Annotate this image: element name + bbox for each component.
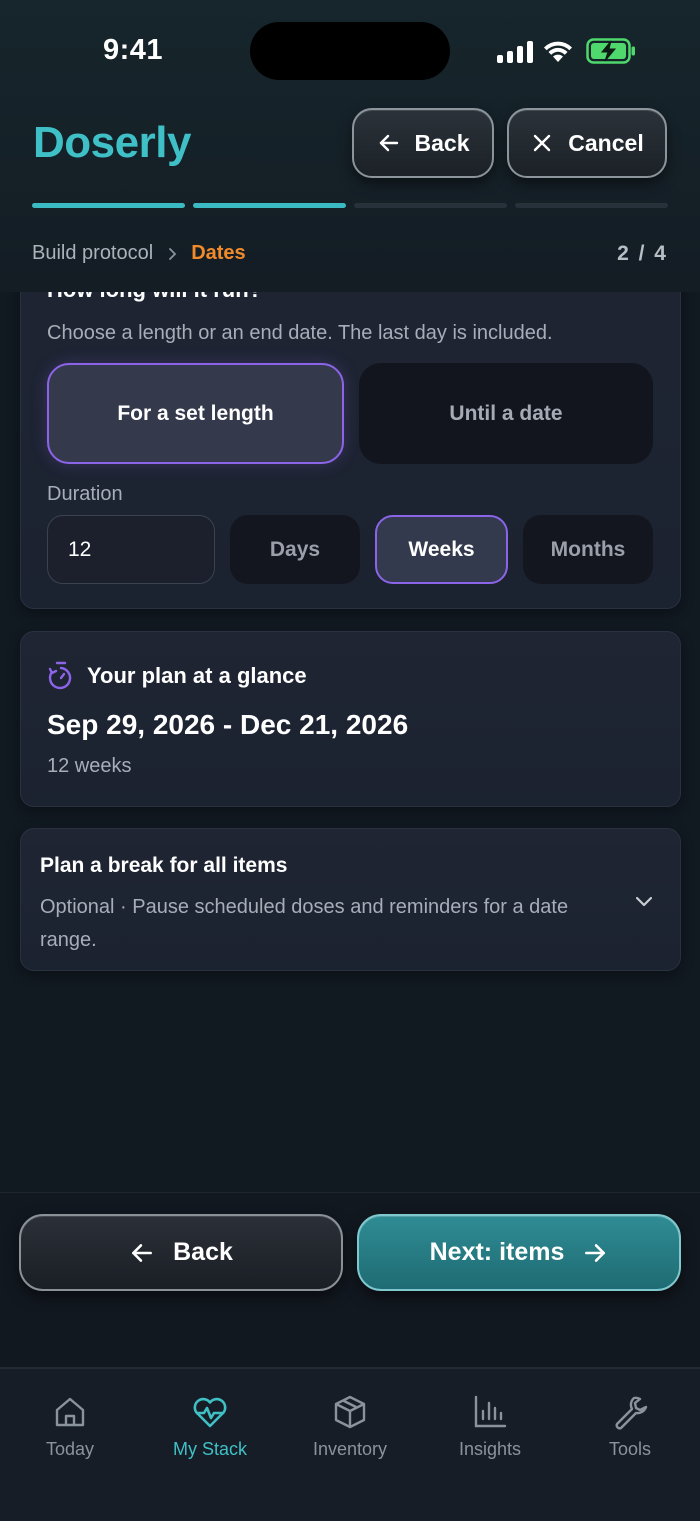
until-date-option[interactable]: Until a date — [359, 363, 653, 464]
plan-glance-card: Your plan at a glance Sep 29, 2026 - Dec… — [20, 631, 681, 807]
app-brand-logo: Doserly — [33, 118, 191, 167]
progress-segment — [193, 203, 346, 208]
arrow-left-icon — [132, 1243, 153, 1262]
breadcrumb-current: Dates — [191, 242, 246, 264]
breadcrumb: Build protocol Dates — [32, 242, 246, 265]
timer-icon — [48, 661, 72, 690]
progress-segment — [515, 203, 668, 208]
arrow-right-icon — [585, 1243, 606, 1262]
progress-segment — [32, 203, 185, 208]
wifi-icon — [544, 41, 572, 62]
tab-insights-label: Insights — [458, 1439, 522, 1459]
action-bar: Back Next: items — [0, 1192, 700, 1367]
tab-tools[interactable]: Tools — [560, 1369, 700, 1521]
tab-inventory[interactable]: Inventory — [280, 1369, 420, 1521]
unit-weeks-button[interactable]: Weeks — [375, 515, 508, 584]
chevron-down-icon[interactable] — [632, 889, 656, 913]
break-title: Plan a break for all items — [40, 854, 288, 877]
header-back-label: Back — [414, 129, 470, 156]
bottom-tab-bar: Today My Stack Inventory Insights Tools — [0, 1367, 700, 1521]
home-icon — [55, 1397, 85, 1427]
plan-length: 12 weeks — [47, 755, 132, 777]
header-back-button[interactable]: Back — [352, 108, 494, 178]
app-header: 9:41 Doserly Back Cancel Build protocol … — [0, 0, 700, 292]
duration-input[interactable]: 12 — [47, 515, 215, 584]
close-icon — [534, 134, 551, 152]
set-length-option[interactable]: For a set length — [47, 363, 344, 464]
tab-my-stack-label: My Stack — [172, 1439, 247, 1459]
chevron-right-icon — [169, 247, 177, 260]
bar-chart-icon — [474, 1395, 507, 1428]
header-cancel-label: Cancel — [568, 129, 644, 156]
tab-today-label: Today — [45, 1439, 95, 1459]
battery-charging-icon — [586, 38, 635, 64]
back-button-label: Back — [173, 1238, 233, 1266]
breadcrumb-parent[interactable]: Build protocol — [32, 242, 153, 265]
glance-title: Your plan at a glance — [87, 663, 307, 688]
box-icon — [334, 1395, 366, 1429]
arrow-left-icon — [379, 134, 398, 152]
plan-break-card[interactable]: Plan a break for all items Optional · Pa… — [20, 828, 681, 971]
back-button[interactable]: Back — [19, 1214, 343, 1291]
heart-pulse-icon — [193, 1397, 227, 1428]
unit-days-button[interactable]: Days — [230, 515, 360, 584]
duration-hint: Choose a length or an end date. The last… — [47, 322, 553, 344]
tab-today[interactable]: Today — [0, 1369, 140, 1521]
tab-tools-label: Tools — [608, 1439, 652, 1459]
step-counter: 2 / 4 — [617, 242, 668, 265]
break-description: Optional · Pause scheduled doses and rem… — [40, 896, 569, 951]
duration-label: Duration — [47, 483, 123, 505]
wrench-icon — [615, 1396, 648, 1430]
status-bar: 9:41 — [0, 0, 700, 100]
progress-segment — [354, 203, 507, 208]
tab-inventory-label: Inventory — [312, 1439, 388, 1459]
tab-my-stack[interactable]: My Stack — [140, 1369, 280, 1521]
status-time: 9:41 — [103, 34, 164, 66]
cellular-signal-icon — [497, 41, 533, 63]
plan-date-range: Sep 29, 2026 - Dec 21, 2026 — [47, 709, 409, 740]
tab-insights[interactable]: Insights — [420, 1369, 560, 1521]
duration-card: How long will it run? Choose a length or… — [20, 240, 681, 609]
unit-months-button[interactable]: Months — [523, 515, 653, 584]
next-button[interactable]: Next: items — [357, 1214, 681, 1291]
dynamic-island — [250, 22, 450, 80]
next-button-label: Next: items — [429, 1238, 565, 1266]
header-cancel-button[interactable]: Cancel — [507, 108, 667, 178]
step-progress-bar — [32, 203, 668, 208]
